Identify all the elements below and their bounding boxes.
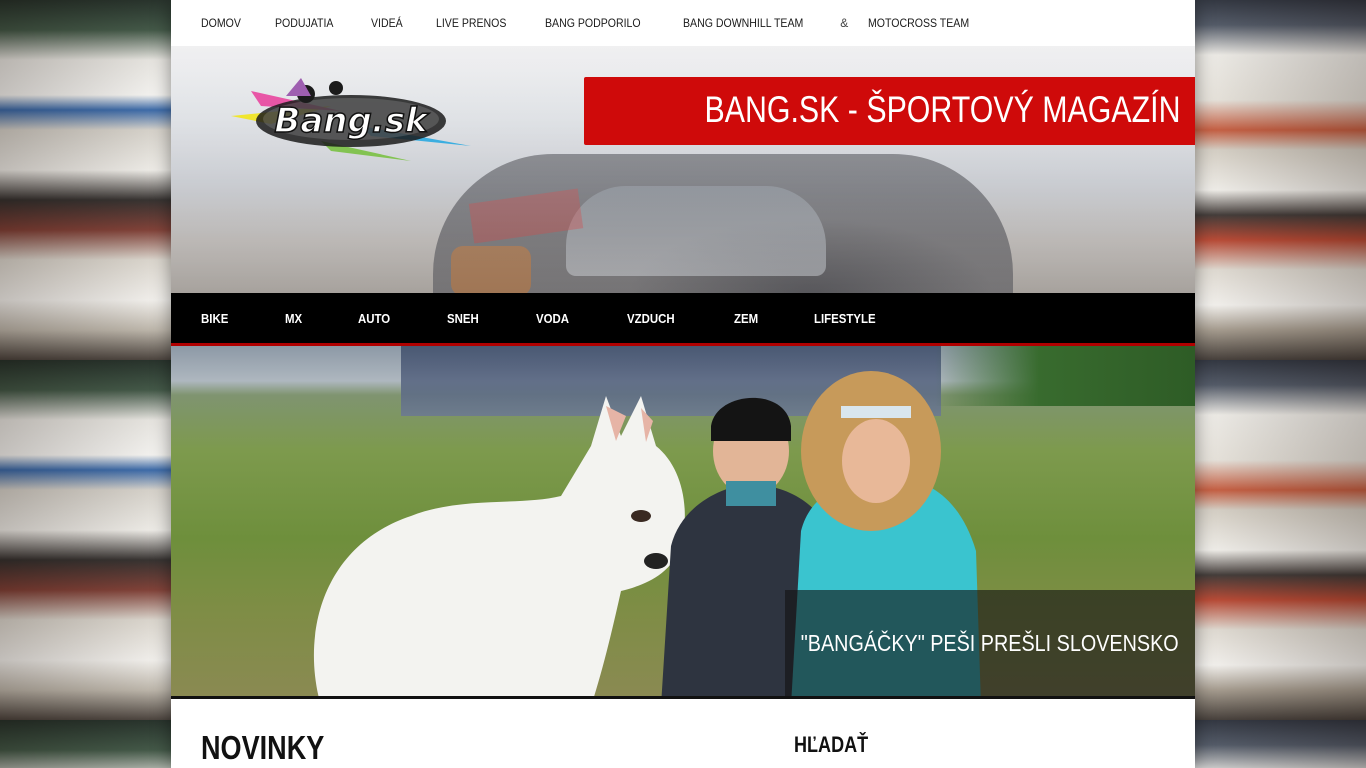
top-nav-downhill-team[interactable]: BANG DOWNHILL TEAM (683, 16, 803, 30)
featured-article-caption: "BANGÁČKY" PEŠI PREŠLI SLOVENSKO (785, 590, 1195, 696)
logo-splash-icon: Bang.sk (231, 78, 471, 161)
site-title: BANG.SK - ŠPORTOVÝ MAGAZÍN (704, 89, 1180, 130)
logo-text: Bang.sk (274, 101, 430, 141)
background-right (1195, 0, 1366, 768)
top-nav-separator: & (840, 16, 849, 30)
main-content: NOVINKY HĽADAŤ (171, 699, 1195, 768)
news-heading: NOVINKY (201, 729, 325, 766)
site-title-box: BANG.SK - ŠPORTOVÝ MAGAZÍN (583, 77, 1195, 145)
cat-nav-mx[interactable]: MX (285, 311, 302, 326)
search-heading: HĽADAŤ (794, 732, 869, 757)
category-navigation: BIKE MX AUTO SNEH VODA VZDUCH ZEM LIFEST… (171, 293, 1195, 346)
cat-nav-lifestyle[interactable]: LIFESTYLE (814, 311, 876, 326)
featured-article-title: "BANGÁČKY" PEŠI PREŠLI SLOVENSKO (801, 629, 1179, 656)
page-container: DOMOV PODUJATIA VIDEÁ LIVE PRENOS BANG P… (171, 0, 1195, 768)
top-navigation: DOMOV PODUJATIA VIDEÁ LIVE PRENOS BANG P… (171, 0, 1195, 46)
background-left (0, 0, 171, 768)
top-nav-events[interactable]: PODUJATIA (275, 16, 333, 30)
cat-nav-earth[interactable]: ZEM (734, 311, 758, 326)
top-nav-home[interactable]: DOMOV (201, 16, 241, 30)
top-nav-motocross-team[interactable]: MOTOCROSS TEAM (868, 16, 969, 30)
cat-nav-auto[interactable]: AUTO (358, 311, 390, 326)
cat-nav-bike[interactable]: BIKE (201, 311, 228, 326)
hero-dog-image (313, 396, 685, 696)
featured-article-slide[interactable]: "BANGÁČKY" PEŠI PREŠLI SLOVENSKO (171, 346, 1195, 699)
cat-nav-air[interactable]: VZDUCH (627, 311, 675, 326)
site-logo[interactable]: Bang.sk (211, 66, 481, 166)
cat-nav-water[interactable]: VODA (536, 311, 569, 326)
site-header: Bang.sk BANG.SK - ŠPORTOVÝ MAGAZÍN (171, 46, 1195, 293)
top-nav-live[interactable]: LIVE PRENOS (436, 16, 506, 30)
cat-nav-snow[interactable]: SNEH (447, 311, 479, 326)
top-nav-supported[interactable]: BANG PODPORILO (545, 16, 641, 30)
top-nav-videos[interactable]: VIDEÁ (371, 16, 403, 30)
